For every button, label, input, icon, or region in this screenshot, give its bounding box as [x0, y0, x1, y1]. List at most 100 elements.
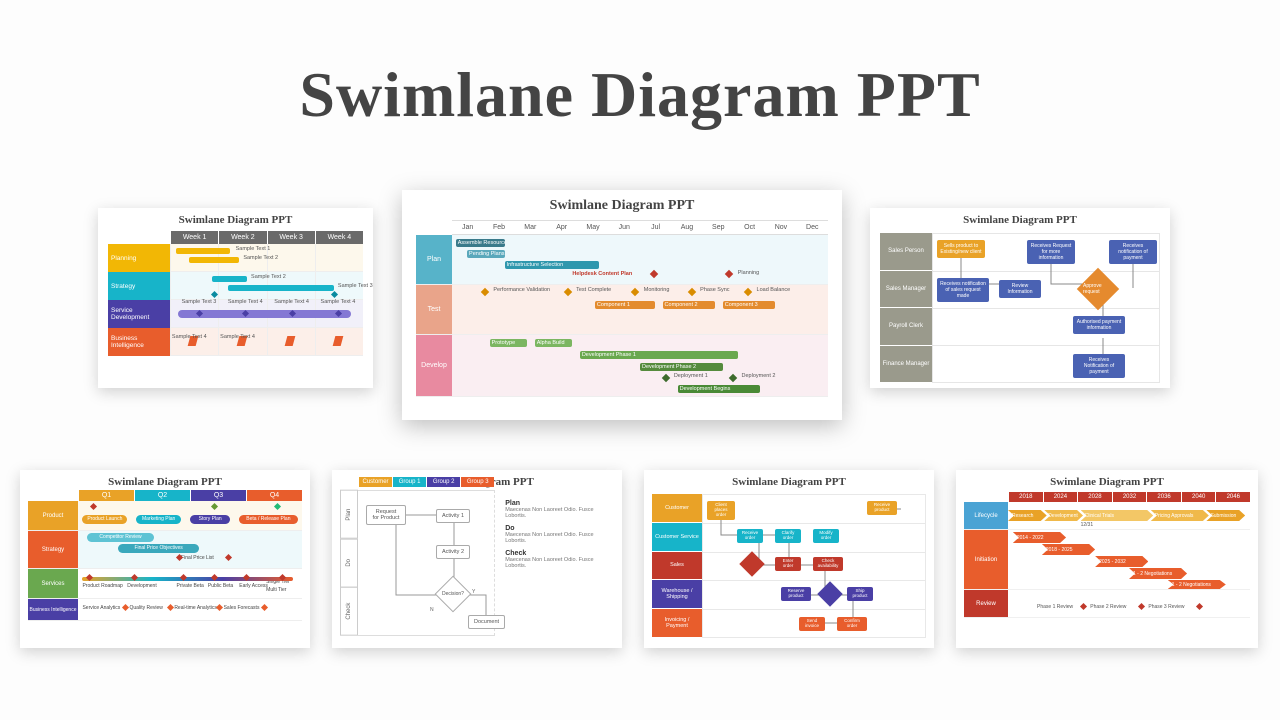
label-no: N — [430, 607, 434, 613]
month: Feb — [483, 221, 514, 234]
sample-text: Sample Text 2 — [243, 255, 278, 261]
slide-title: Swimlane Diagram PPT — [870, 208, 1170, 229]
year: 2040 — [1181, 492, 1216, 502]
label: Product Roadmap — [82, 583, 122, 589]
label: 12/31 — [1081, 522, 1094, 528]
lane-strategy: Strategy — [28, 531, 78, 568]
stage-trials: Clinical Trials — [1081, 510, 1154, 521]
col-q4: Q4 — [246, 490, 302, 501]
slide-order-flow[interactable]: Swimlane Diagram PPT Customer Customer S… — [644, 470, 934, 648]
label: Deployment 2 — [742, 373, 776, 379]
bar: Component 3 — [723, 301, 776, 309]
year: 2028 — [1077, 492, 1112, 502]
node: Receive order — [737, 529, 763, 543]
slide-months-gantt[interactable]: Swimlane Diagram PPT Jan Feb Mar Apr May… — [402, 190, 842, 420]
year: 2036 — [1146, 492, 1181, 502]
label: Early Access — [239, 583, 268, 589]
col-week4: Week 4 — [315, 231, 363, 244]
slide-title: Swimlane Diagram PPT — [20, 470, 310, 490]
page-title: Swimlane Diagram PPT — [0, 0, 1280, 132]
label: Test Complete — [576, 287, 611, 293]
sample-text: Sample Text 1 — [236, 246, 271, 252]
label: Helpdesk Content Plan — [572, 271, 632, 277]
year: 2018 — [1008, 492, 1043, 502]
label: Sales Forecasts — [224, 605, 260, 611]
label: Public Beta — [208, 583, 233, 589]
label: Phase 2 Review — [1090, 604, 1126, 610]
lane-bi: Business Intelligence — [28, 599, 78, 620]
lane-strategy: Strategy — [108, 272, 170, 300]
label: Multi Tier — [266, 587, 286, 593]
col-q3: Q3 — [190, 490, 246, 501]
month: Aug — [671, 221, 702, 234]
month: Sep — [703, 221, 734, 234]
bar: Beta / Release Plan — [239, 515, 297, 524]
role-payroll-clerk: Payroll Clerk — [880, 308, 932, 346]
text-check-h: Check — [505, 550, 610, 557]
month: Jul — [640, 221, 671, 234]
lane-review: Review — [964, 590, 1008, 617]
label: Phase Sync — [700, 287, 729, 293]
sample-text: Sample Text 3 — [182, 299, 217, 305]
sample-text: Sample Text 4 — [228, 299, 263, 305]
label: Deployment 1 — [674, 373, 708, 379]
bar: Development Phase 1 — [580, 351, 738, 359]
role-finance-manager: Finance Manager — [880, 346, 932, 384]
year: 2032 — [1112, 492, 1147, 502]
node: Clarify order — [775, 529, 801, 543]
sample-text: Sample Text 4 — [321, 299, 356, 305]
vtab-do: Do — [340, 539, 358, 588]
bar: Component 1 — [595, 301, 655, 309]
sample-text: Sample Text 3 — [338, 283, 373, 289]
month: Apr — [546, 221, 577, 234]
label: Phase 1 Review — [1037, 604, 1073, 610]
bar: Competitor Review — [87, 533, 154, 542]
bar: Alpha Build — [535, 339, 573, 347]
label: Phase 3 Review — [1148, 604, 1184, 610]
slide-quarter-roadmap[interactable]: Swimlane Diagram PPT Q1 Q2 Q3 Q4 Product… — [20, 470, 310, 648]
bar: Development Begins — [678, 385, 761, 393]
sample-text: Sample Text 4 — [274, 299, 309, 305]
slide-title: Swimlane Diagram PPT — [402, 190, 842, 218]
bar: Infrastructure Selection — [505, 261, 599, 269]
lane-develop: Develop — [416, 335, 452, 396]
vtab-plan: Plan — [340, 490, 358, 539]
role-cs: Customer Service — [652, 523, 702, 552]
text-do-h: Do — [505, 525, 610, 532]
node: Confirm order — [837, 617, 867, 631]
node: Check availability — [813, 557, 843, 571]
bar: 1 - 2 Negotiations — [1129, 568, 1187, 579]
label: Monitoring — [644, 287, 670, 293]
group-3: Group 3 — [460, 477, 494, 487]
slide-pdca-flow[interactable]: Swimlane Diagram PPT Plan Do Check Custo… — [332, 470, 622, 648]
role-sales-person: Sales Person — [880, 233, 932, 271]
node: Authorised payment information — [1073, 316, 1125, 334]
month: Oct — [734, 221, 765, 234]
bar: Marketing Plan — [136, 515, 181, 524]
role-warehouse: Warehouse / Shipping — [652, 580, 702, 609]
year: 2024 — [1043, 492, 1078, 502]
node-document: Document — [468, 615, 505, 629]
node: Review Information — [999, 280, 1041, 298]
month: Dec — [797, 221, 828, 234]
node: Reserve product — [781, 587, 811, 601]
bar: Assemble Resources — [456, 239, 505, 247]
label: Development — [127, 583, 156, 589]
slide-role-flowchart[interactable]: Swimlane Diagram PPT Sales Person Sales … — [870, 208, 1170, 388]
col-q1: Q1 — [78, 490, 134, 501]
node: Sells product to Existing/new client — [937, 240, 985, 258]
label: Private Beta — [177, 583, 204, 589]
lane-initiation: Initiation — [964, 530, 1008, 589]
slide-weeks-gantt[interactable]: Swimlane Diagram PPT Week 1 Week 2 Week … — [98, 208, 373, 388]
col-week3: Week 3 — [267, 231, 315, 244]
label: Load Balance — [757, 287, 791, 293]
text-check-p: Maecenas Non Laoreet Odio. Fusce Loborti… — [505, 557, 610, 569]
slide-years-roadmap[interactable]: Swimlane Diagram PPT 2018 2024 2028 2032… — [956, 470, 1258, 648]
lane-services: Services — [28, 569, 78, 598]
node: Modify order — [813, 529, 839, 543]
node: Receives notification of sales request m… — [937, 278, 989, 302]
node: Enter order — [775, 557, 801, 571]
text-do-p: Maecenas Non Laoreet Odio. Fusce Loborti… — [505, 532, 610, 544]
node-activity1: Activity 1 — [436, 509, 470, 523]
label: Planning — [738, 270, 759, 276]
